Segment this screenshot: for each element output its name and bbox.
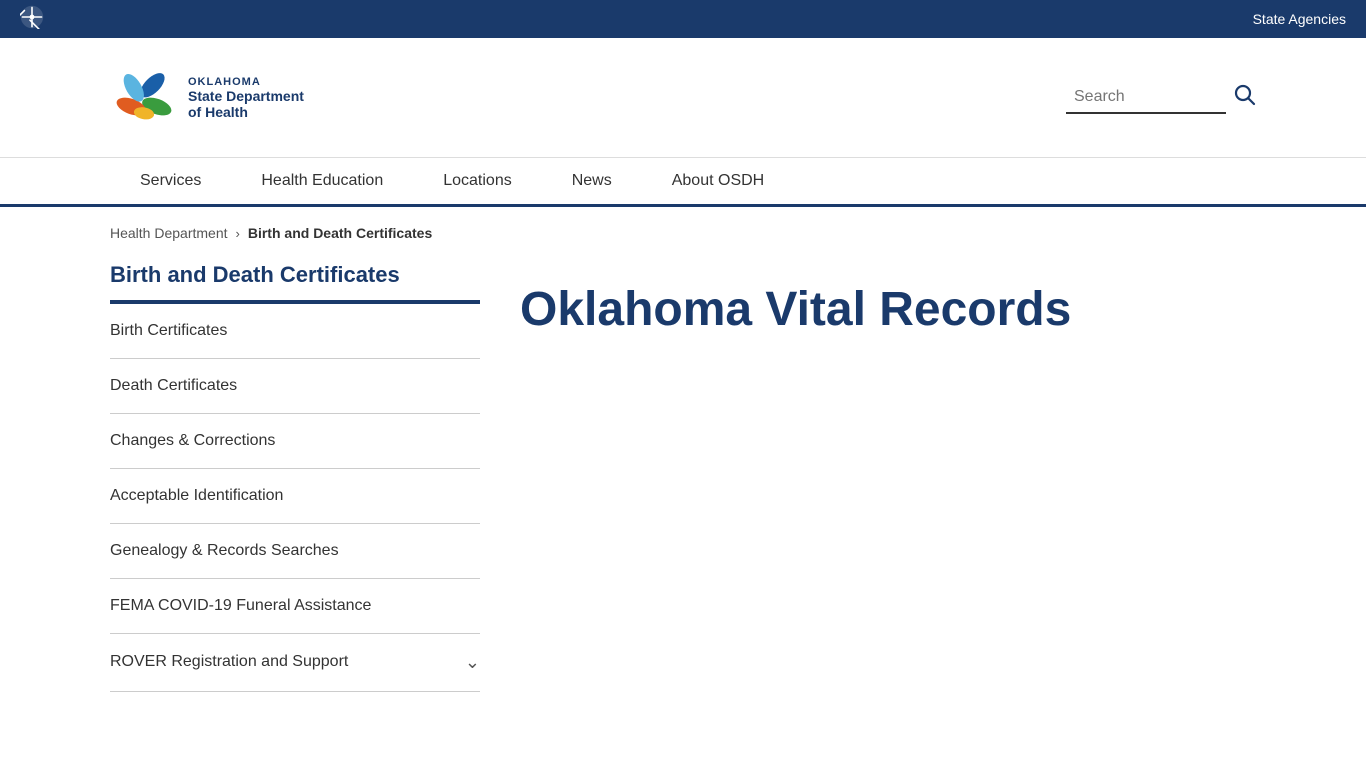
- search-icon: [1234, 84, 1256, 106]
- logo-text: OKLAHOMA State Department of Health: [188, 76, 304, 120]
- sidebar-item-changes-corrections[interactable]: Changes & Corrections: [110, 414, 480, 468]
- list-item: FEMA COVID-19 Funeral Assistance: [110, 579, 480, 634]
- breadcrumb-parent-link[interactable]: Health Department: [110, 225, 228, 241]
- sidebar-item-label: Birth Certificates: [110, 322, 227, 340]
- sidebar-item-label: ROVER Registration and Support: [110, 653, 348, 671]
- page-title: Oklahoma Vital Records: [520, 281, 1256, 339]
- chevron-down-icon: ⌄: [465, 652, 480, 673]
- search-area: [1066, 82, 1256, 114]
- sidebar-item-genealogy[interactable]: Genealogy & Records Searches: [110, 524, 480, 578]
- ok-logo-icon: [20, 5, 44, 34]
- sidebar-item-label: Changes & Corrections: [110, 432, 275, 450]
- osdh-logo-icon: [110, 64, 178, 132]
- list-item: Birth Certificates: [110, 304, 480, 359]
- sidebar-item-label: FEMA COVID-19 Funeral Assistance: [110, 597, 371, 615]
- search-button[interactable]: [1234, 84, 1256, 112]
- sidebar-item-rover[interactable]: ROVER Registration and Support ⌄: [110, 634, 480, 691]
- main-content: Oklahoma Vital Records: [520, 261, 1256, 692]
- nav-item-news[interactable]: News: [542, 158, 642, 204]
- list-item: Changes & Corrections: [110, 414, 480, 469]
- sidebar: Birth and Death Certificates Birth Certi…: [110, 261, 480, 692]
- sidebar-nav: Birth Certificates Death Certificates Ch…: [110, 304, 480, 692]
- sidebar-item-label: Death Certificates: [110, 377, 237, 395]
- nav-item-about-osdh[interactable]: About OSDH: [642, 158, 794, 204]
- content-area: Birth and Death Certificates Birth Certi…: [0, 251, 1366, 732]
- list-item: Death Certificates: [110, 359, 480, 414]
- nav-item-locations[interactable]: Locations: [413, 158, 542, 204]
- breadcrumb: Health Department › Birth and Death Cert…: [0, 207, 1366, 251]
- logo-area: OKLAHOMA State Department of Health: [110, 64, 304, 132]
- sidebar-item-label: Genealogy & Records Searches: [110, 542, 339, 560]
- sidebar-title: Birth and Death Certificates: [110, 261, 480, 304]
- search-input[interactable]: [1066, 82, 1226, 114]
- sidebar-item-label: Acceptable Identification: [110, 487, 283, 505]
- sidebar-item-fema[interactable]: FEMA COVID-19 Funeral Assistance: [110, 579, 480, 633]
- header: OKLAHOMA State Department of Health: [0, 38, 1366, 158]
- sidebar-item-acceptable-id[interactable]: Acceptable Identification: [110, 469, 480, 523]
- breadcrumb-chevron-icon: ›: [236, 226, 240, 241]
- list-item: Genealogy & Records Searches: [110, 524, 480, 579]
- top-bar: State Agencies: [0, 0, 1366, 38]
- nav-item-health-education[interactable]: Health Education: [231, 158, 413, 204]
- state-agencies-link[interactable]: State Agencies: [1253, 11, 1346, 27]
- breadcrumb-current: Birth and Death Certificates: [248, 225, 432, 241]
- main-nav: Services Health Education Locations News…: [0, 158, 1366, 207]
- sidebar-item-death-certificates[interactable]: Death Certificates: [110, 359, 480, 413]
- list-item: ROVER Registration and Support ⌄: [110, 634, 480, 692]
- list-item: Acceptable Identification: [110, 469, 480, 524]
- nav-item-services[interactable]: Services: [110, 158, 231, 204]
- sidebar-item-birth-certificates[interactable]: Birth Certificates: [110, 304, 480, 358]
